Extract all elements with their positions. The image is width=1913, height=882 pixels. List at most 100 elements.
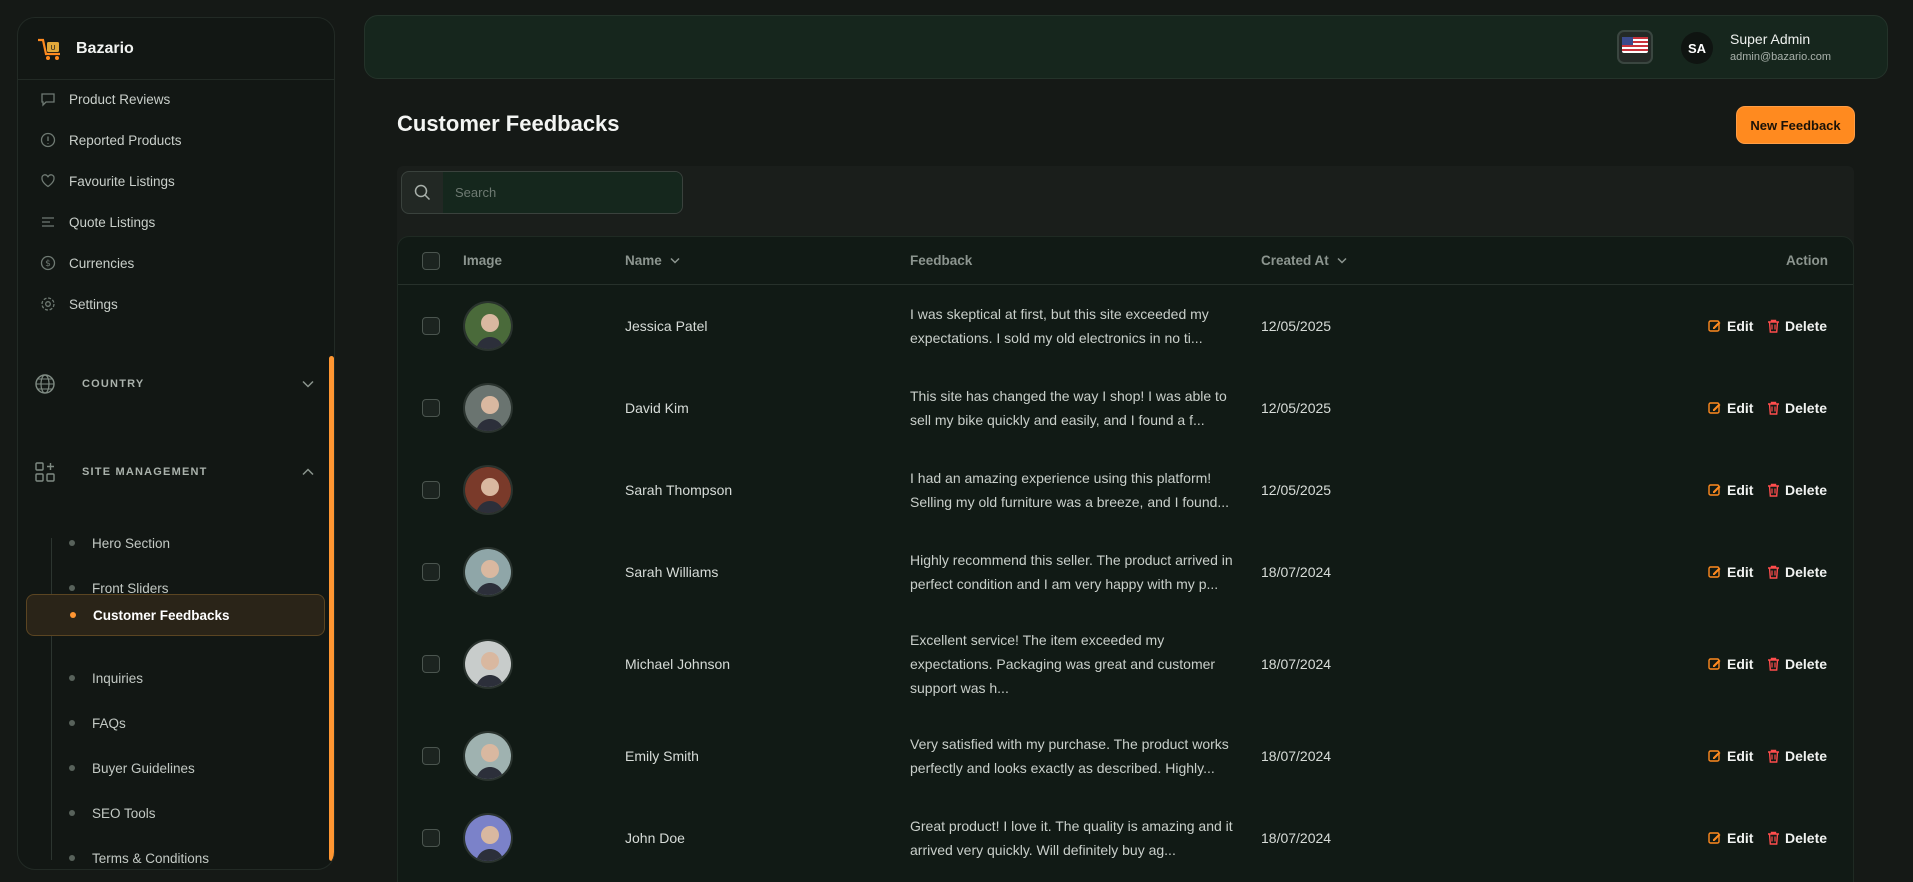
feedback-line: I was skeptical at first, but this site … bbox=[910, 306, 1209, 322]
sidebar-item-quote-listings[interactable]: Quote Listings bbox=[40, 210, 155, 234]
heart-icon bbox=[40, 173, 56, 189]
alert-circle-icon bbox=[40, 132, 56, 148]
user-email: admin@bazario.com bbox=[1730, 51, 1832, 63]
sidebar-item-label: Currencies bbox=[69, 255, 135, 271]
customer-avatar bbox=[463, 731, 513, 781]
created-date: 12/05/2025 bbox=[1261, 482, 1332, 498]
edit-button[interactable]: Edit bbox=[1708, 400, 1753, 416]
chevron-down-icon bbox=[302, 380, 314, 388]
sidebar-item-seo-tools[interactable]: SEO Tools bbox=[40, 793, 334, 833]
column-label: Feedback bbox=[910, 253, 973, 268]
search-input[interactable] bbox=[443, 172, 682, 213]
delete-button[interactable]: Delete bbox=[1767, 400, 1827, 416]
sidebar-item-label: Buyer Guidelines bbox=[92, 760, 195, 776]
bullet-dot bbox=[69, 810, 75, 816]
delete-button[interactable]: Delete bbox=[1767, 748, 1827, 764]
customer-name: Michael Johnson bbox=[625, 656, 731, 672]
feedback-text: I was skeptical at first, but this site … bbox=[910, 302, 1240, 350]
row-checkbox[interactable] bbox=[422, 563, 440, 581]
column-created-at[interactable]: Created At bbox=[1261, 253, 1347, 268]
edit-label: Edit bbox=[1727, 830, 1754, 846]
sidebar-group-country[interactable]: COUNTRY bbox=[34, 373, 324, 395]
feedback-panel: Image Name Feedback Created At Action Je… bbox=[397, 166, 1854, 882]
bullet-dot bbox=[69, 675, 75, 681]
select-all-checkbox[interactable] bbox=[422, 252, 440, 270]
table-header: Image Name Feedback Created At Action bbox=[398, 237, 1853, 285]
edit-button[interactable]: Edit bbox=[1708, 482, 1753, 498]
sidebar-item-inquiries[interactable]: Inquiries bbox=[40, 658, 334, 698]
sidebar-item-faqs[interactable]: FAQs bbox=[40, 703, 334, 743]
sidebar-item-terms-conditions[interactable]: Terms & Conditions bbox=[40, 838, 334, 869]
user-name[interactable]: Super Admin bbox=[1730, 31, 1810, 47]
sidebar-item-reported-products[interactable]: Reported Products bbox=[40, 128, 182, 152]
sidebar-item-label: Quote Listings bbox=[69, 214, 156, 230]
delete-button[interactable]: Delete bbox=[1767, 482, 1827, 498]
sidebar-item-label: Terms & Conditions bbox=[92, 850, 210, 866]
row-checkbox[interactable] bbox=[422, 829, 440, 847]
feedback-line: perfect condition and I am very happy wi… bbox=[910, 576, 1219, 592]
edit-icon bbox=[1708, 566, 1721, 578]
bullet-dot bbox=[69, 720, 75, 726]
delete-button[interactable]: Delete bbox=[1767, 830, 1827, 846]
feedback-text: Highly recommend this seller. The produc… bbox=[910, 548, 1240, 596]
row-checkbox[interactable] bbox=[422, 481, 440, 499]
sidebar-item-customer-feedbacks[interactable]: Customer Feedbacks bbox=[26, 594, 325, 636]
customer-avatar bbox=[463, 383, 513, 433]
sidebar-item-buyer-guidelines[interactable]: Buyer Guidelines bbox=[40, 748, 334, 788]
trash-icon bbox=[1768, 483, 1779, 497]
list-icon bbox=[40, 214, 56, 230]
sidebar-item-product-reviews[interactable]: Product Reviews bbox=[40, 87, 170, 111]
delete-label: Delete bbox=[1785, 564, 1828, 580]
feedback-line: perfectly and looks exactly as described… bbox=[910, 760, 1215, 776]
brand-name: Bazario bbox=[76, 39, 134, 57]
trash-icon bbox=[1768, 565, 1779, 579]
sidebar-group-site-management[interactable]: SITE MANAGEMENT bbox=[34, 461, 324, 483]
column-image: Image bbox=[463, 253, 502, 268]
feedback-text: Very satisfied with my purchase. The pro… bbox=[910, 732, 1240, 780]
customer-avatar bbox=[463, 301, 513, 351]
edit-icon bbox=[1708, 750, 1721, 762]
column-label: Image bbox=[463, 253, 503, 268]
feedback-table: Image Name Feedback Created At Action Je… bbox=[397, 236, 1854, 882]
column-label: Name bbox=[625, 253, 662, 268]
sidebar-item-label: Product Reviews bbox=[69, 91, 171, 107]
delete-button[interactable]: Delete bbox=[1767, 564, 1827, 580]
customer-avatar bbox=[463, 465, 513, 515]
column-name[interactable]: Name bbox=[625, 253, 680, 268]
row-checkbox[interactable] bbox=[422, 399, 440, 417]
new-feedback-button[interactable]: New Feedback bbox=[1737, 107, 1854, 143]
row-checkbox[interactable] bbox=[422, 655, 440, 673]
delete-button[interactable]: Delete bbox=[1767, 318, 1827, 334]
row-checkbox[interactable] bbox=[422, 747, 440, 765]
bullet-dot bbox=[69, 855, 75, 861]
search-box[interactable] bbox=[401, 171, 683, 214]
sidebar-item-favourite-listings[interactable]: Favourite Listings bbox=[40, 169, 175, 193]
trash-icon bbox=[1768, 657, 1779, 671]
edit-button[interactable]: Edit bbox=[1708, 830, 1753, 846]
delete-button[interactable]: Delete bbox=[1767, 656, 1827, 672]
user-avatar[interactable]: SA bbox=[1681, 32, 1713, 64]
delete-label: Delete bbox=[1785, 400, 1828, 416]
customer-name: Sarah Thompson bbox=[625, 482, 733, 498]
column-action: Action bbox=[1786, 253, 1828, 268]
svg-text:$: $ bbox=[45, 259, 51, 269]
edit-button[interactable]: Edit bbox=[1708, 748, 1753, 764]
column-label: Created At bbox=[1261, 253, 1329, 268]
feedback-line: arrived very quickly. Will definitely bu… bbox=[910, 842, 1176, 858]
edit-button[interactable]: Edit bbox=[1708, 564, 1753, 580]
sidebar-item-label: Reported Products bbox=[69, 132, 182, 148]
row-checkbox[interactable] bbox=[422, 317, 440, 335]
edit-button[interactable]: Edit bbox=[1708, 656, 1753, 672]
sidebar-item-currencies[interactable]: $ Currencies bbox=[40, 251, 134, 275]
sidebar-item-settings[interactable]: Settings bbox=[40, 292, 118, 316]
trash-icon bbox=[1768, 401, 1779, 415]
edit-icon bbox=[1708, 484, 1721, 496]
edit-button[interactable]: Edit bbox=[1708, 318, 1753, 334]
page-title: Customer Feedbacks bbox=[397, 111, 620, 136]
created-date: 12/05/2025 bbox=[1261, 400, 1332, 416]
us-flag-icon bbox=[1622, 36, 1648, 58]
sidebar-item-hero-section[interactable]: Hero Section bbox=[40, 523, 334, 563]
brand[interactable]: U Bazario bbox=[18, 18, 334, 80]
language-selector[interactable] bbox=[1617, 30, 1653, 64]
sidebar-scrollbar[interactable] bbox=[329, 356, 334, 861]
